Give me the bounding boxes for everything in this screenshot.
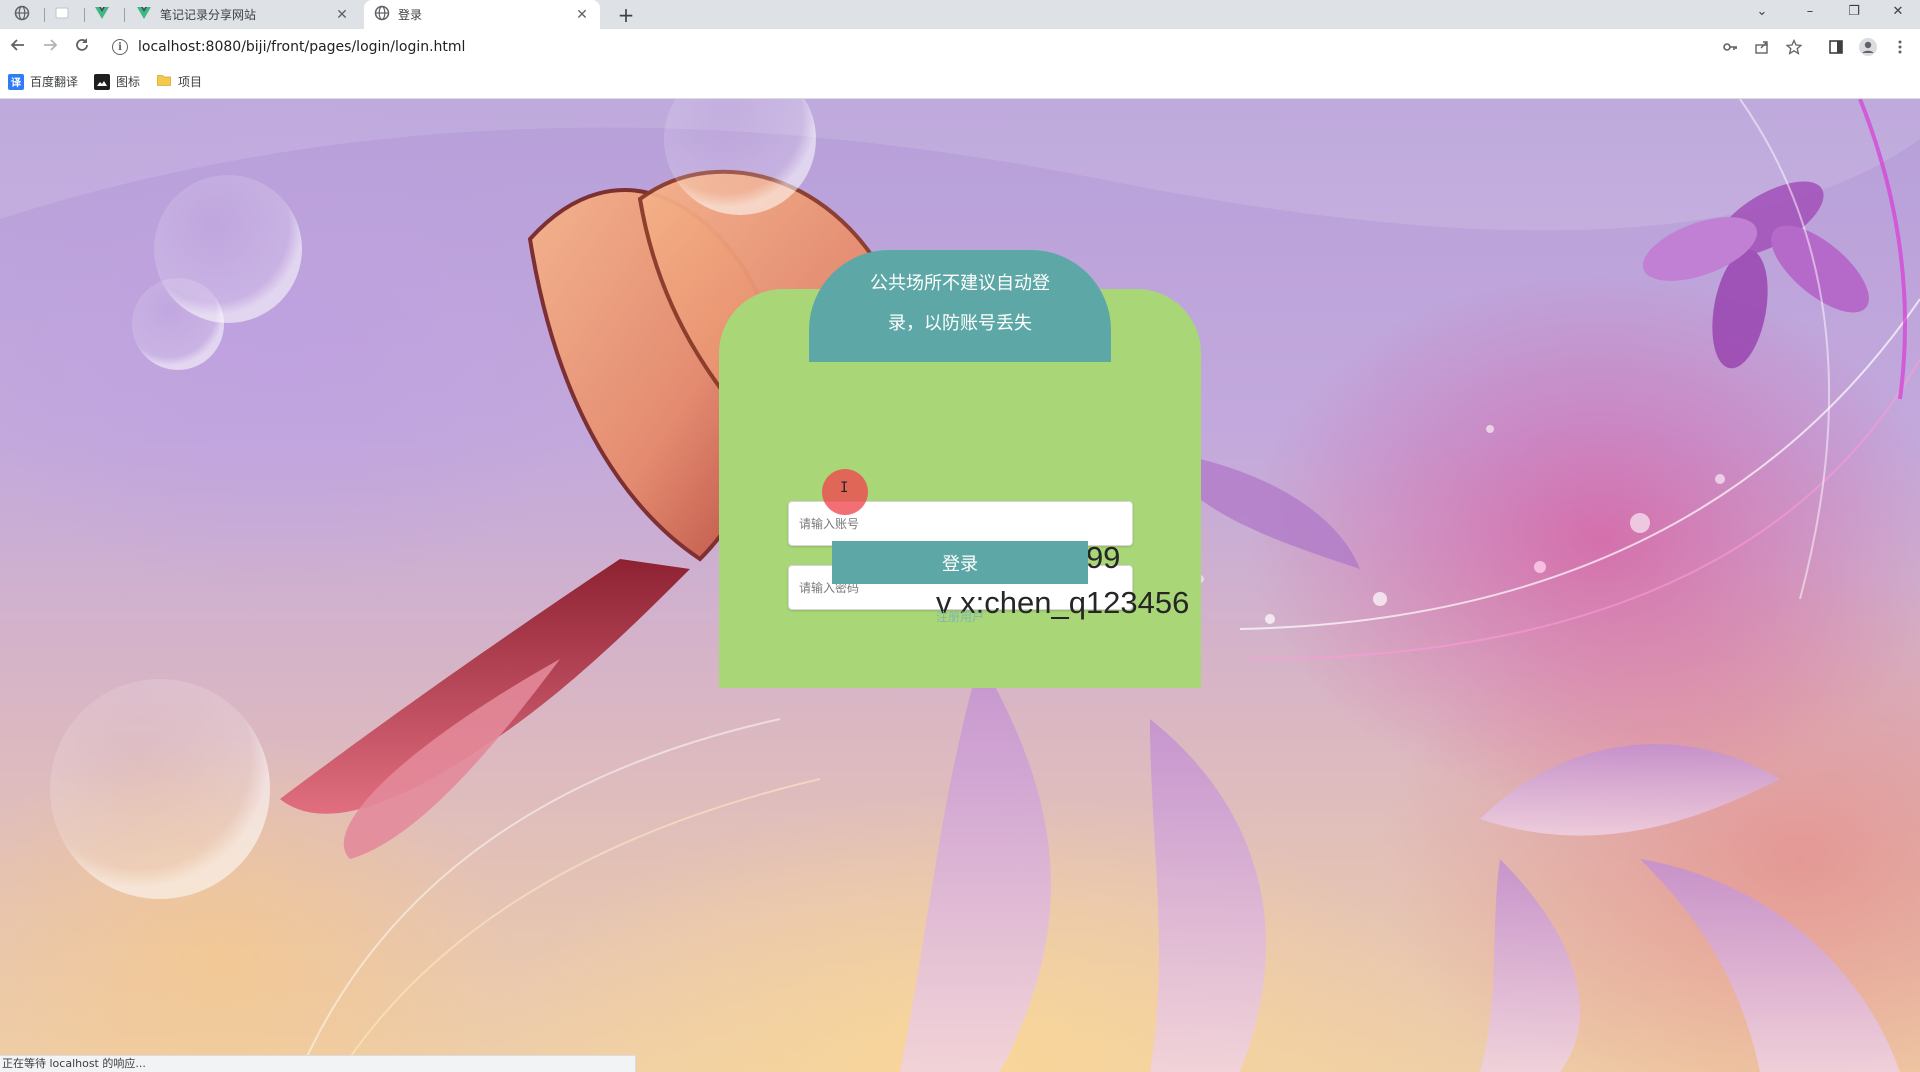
side-panel-icon[interactable] — [1822, 33, 1850, 61]
star-icon[interactable] — [1780, 33, 1808, 61]
arrow-right-icon — [42, 37, 58, 58]
login-notice: 公共场所不建议自动登录，以防账号丢失 — [809, 250, 1111, 362]
bookmark-label: 项目 — [178, 75, 203, 89]
globe-icon — [374, 5, 390, 24]
bookmark-label: 百度翻译 — [30, 75, 79, 89]
tab-search-chevron-icon[interactable]: ⌄ — [1740, 0, 1784, 22]
image-icon — [94, 73, 111, 90]
account-input[interactable] — [799, 516, 1132, 531]
new-tab-button[interactable]: + — [612, 0, 640, 29]
close-tab-icon[interactable]: ✕ — [334, 7, 350, 23]
tab-separator — [124, 8, 125, 22]
globe-icon — [14, 5, 30, 24]
tab-login[interactable]: 登录 ✕ — [364, 0, 600, 29]
site-info-icon[interactable]: i — [112, 39, 128, 55]
address-url[interactable]: localhost:8080/biji/front/pages/login/lo… — [138, 39, 465, 55]
vue-logo-icon — [94, 5, 110, 24]
reload-icon — [74, 37, 90, 58]
bookmark-baidu-translate[interactable]: 译 百度翻译 — [8, 73, 78, 90]
restore-button[interactable]: ❐ — [1832, 0, 1876, 22]
translate-icon: 译 — [8, 73, 24, 90]
status-bar: 正在等待 localhost 的响应... — [0, 1055, 636, 1072]
register-link-text[interactable]: 注册用户 — [936, 610, 984, 624]
text-cursor-icon: I — [840, 480, 849, 496]
close-tab-icon[interactable]: ✕ — [574, 7, 590, 23]
tab-title: 登录 — [398, 8, 423, 22]
vue-logo-icon — [136, 5, 152, 24]
close-window-button[interactable]: ✕ — [1876, 0, 1920, 22]
back-button[interactable] — [2, 31, 34, 63]
forward-button[interactable] — [34, 31, 66, 63]
tab-pinned-1[interactable] — [4, 0, 40, 29]
tab-strip: 笔记记录分享网站 ✕ 登录 ✕ + ⌄ – ❐ ✕ — [0, 0, 1920, 29]
bookmarks-bar: 译 百度翻译 图标 项目 — [0, 65, 1920, 99]
blank-page-icon — [54, 5, 70, 24]
tab-pinned-2[interactable] — [44, 0, 80, 29]
address-bar[interactable]: i localhost:8080/biji/front/pages/login/… — [104, 32, 1784, 62]
tab-pinned-3[interactable] — [84, 0, 120, 29]
menu-kebab-icon[interactable] — [1886, 33, 1914, 61]
key-icon[interactable] — [1716, 33, 1744, 61]
login-button[interactable]: 登录 — [832, 541, 1088, 584]
minimize-button[interactable]: – — [1788, 0, 1832, 22]
browser-toolbar: i localhost:8080/biji/front/pages/login/… — [0, 29, 1920, 65]
tab-notes-site[interactable]: 笔记记录分享网站 ✕ — [126, 0, 360, 29]
toolbar-actions — [1716, 29, 1920, 65]
register-link: 注册用户 — [0, 608, 1920, 625]
reload-button[interactable] — [66, 31, 98, 63]
folder-icon — [156, 72, 172, 91]
share-icon[interactable] — [1748, 33, 1776, 61]
arrow-left-icon — [10, 37, 26, 58]
bookmark-folder-projects[interactable]: 项目 — [156, 72, 202, 91]
profile-avatar-icon[interactable] — [1854, 33, 1882, 61]
bookmark-icons[interactable]: 图标 — [94, 73, 140, 90]
tab-title: 笔记记录分享网站 — [160, 8, 257, 22]
bookmark-label: 图标 — [116, 75, 141, 89]
